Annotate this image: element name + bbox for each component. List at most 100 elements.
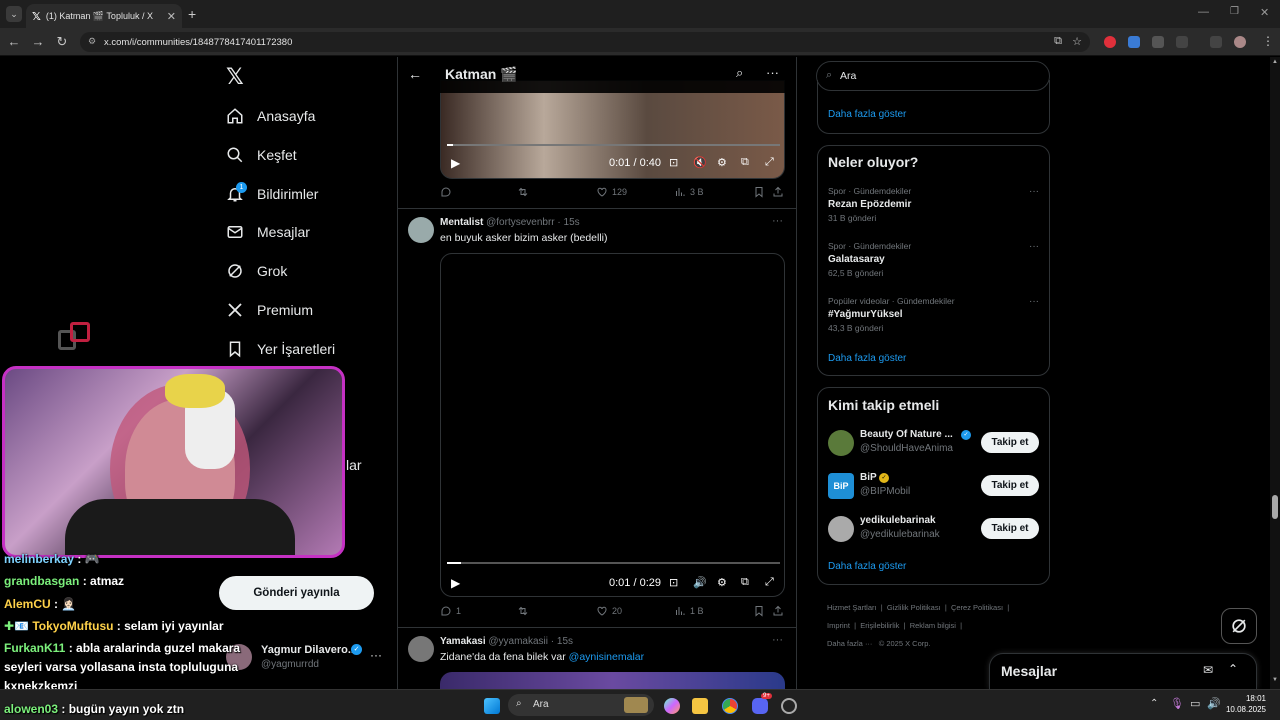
minimize-button[interactable]: — <box>1198 6 1209 18</box>
close-window-button[interactable]: ✕ <box>1260 6 1269 19</box>
share-button[interactable] <box>772 186 788 198</box>
video-player[interactable]: ▶ 0:01 / 0:29 ⊡ 🔊 ⚙ ⧉ ⤢ <box>440 253 785 597</box>
extension-red-icon[interactable] <box>1104 36 1116 48</box>
nav-item-partial[interactable]: lar <box>346 451 362 479</box>
show-more-link[interactable]: Daha fazla göster <box>828 109 906 120</box>
extensions-puzzle-icon[interactable] <box>1176 36 1188 48</box>
follow-button[interactable]: Takip et <box>981 432 1039 453</box>
footer-link[interactable]: Gizlilik Politikası <box>887 603 941 612</box>
new-tab-button[interactable]: + <box>188 6 196 22</box>
avatar[interactable] <box>408 636 434 662</box>
new-message-icon[interactable]: ✉ <box>1203 663 1213 677</box>
clock-date[interactable]: 10.08.2025 <box>1224 705 1266 714</box>
restore-button[interactable]: ❐ <box>1230 6 1239 17</box>
forward-icon[interactable]: → <box>30 34 46 49</box>
pip-icon[interactable]: ⧉ <box>741 156 749 169</box>
repost-button[interactable] <box>517 605 533 617</box>
like-button[interactable]: 20 <box>596 605 622 617</box>
clock-time[interactable]: 18:01 <box>1236 694 1266 703</box>
more-icon[interactable]: ··· <box>370 648 382 662</box>
extension-dark-icon[interactable] <box>1152 36 1164 48</box>
copilot-icon[interactable] <box>664 698 680 714</box>
avatar[interactable] <box>408 217 434 243</box>
show-more-link[interactable]: Daha fazla göster <box>828 561 906 572</box>
install-app-icon[interactable]: ⧉ <box>1054 35 1062 48</box>
x-logo-icon[interactable]: 𝕏 <box>226 64 244 90</box>
mention-link[interactable]: @aynisinemalar <box>569 651 644 663</box>
follow-button[interactable]: Takip et <box>981 518 1039 539</box>
fullscreen-icon[interactable]: ⤢ <box>765 576 774 589</box>
site-info-icon[interactable]: ⚙ <box>88 36 96 47</box>
file-explorer-icon[interactable] <box>692 698 708 714</box>
footer-link[interactable]: Hizmet Şartları <box>827 603 877 612</box>
taskbar-search[interactable]: ⌕ Ara <box>508 694 654 716</box>
trend-item[interactable]: Spor · Gündemdekiler Galatasaray 62,5 B … <box>828 241 1041 281</box>
scroll-up-arrow-icon[interactable]: ▲ <box>1272 59 1278 65</box>
reading-list-icon[interactable] <box>1210 36 1222 48</box>
play-icon[interactable]: ▶ <box>451 156 460 170</box>
grok-fab-button[interactable] <box>1221 608 1257 644</box>
nav-item-messages[interactable]: Mesajlar <box>226 218 310 246</box>
scrollbar-thumb[interactable] <box>1272 495 1278 519</box>
tray-chevron-icon[interactable]: ⌃ <box>1150 698 1158 709</box>
post-more-icon[interactable]: ··· <box>772 634 783 646</box>
trend-item[interactable]: Spor · Gündemdekiler Rezan Epözdemir 31 … <box>828 186 1041 226</box>
repost-button[interactable] <box>517 186 533 198</box>
browser-menu-icon[interactable]: ⋮ <box>1262 34 1274 48</box>
volume-icon[interactable]: 🔊 <box>693 576 707 589</box>
views-button[interactable]: 1 B <box>674 605 704 617</box>
follow-suggestion[interactable]: yedikulebarinak @yedikulebarinak Takip e… <box>828 514 1041 544</box>
like-button[interactable]: 129 <box>596 186 627 198</box>
follow-suggestion[interactable]: BiP BiP ✓ @BIPMobil Takip et <box>828 471 1041 501</box>
more-icon[interactable]: ··· <box>766 65 779 80</box>
messages-drawer[interactable]: Mesajlar ✉ ⌃ <box>989 653 1257 689</box>
expand-icon[interactable]: ⌃ <box>1228 662 1238 676</box>
nav-item-notifications[interactable]: 1 Bildirimler <box>226 180 318 208</box>
nav-item-home[interactable]: Anasayfa <box>226 102 315 130</box>
share-button[interactable] <box>772 605 788 617</box>
nav-item-bookmarks[interactable]: Yer İşaretleri <box>226 335 335 363</box>
back-arrow-icon[interactable]: ← <box>408 66 422 82</box>
account-switcher[interactable]: Yagmur Dilavero... ✓ @yagmurrdd ··· <box>226 640 386 676</box>
profile-avatar-icon[interactable] <box>1234 36 1246 48</box>
volume-icon[interactable]: 🔊 <box>1207 697 1221 710</box>
nav-item-premium[interactable]: Premium <box>226 296 313 324</box>
tab-active[interactable]: 𝕏 (1) Katman 🎬 Topluluk / X ✕ <box>26 4 182 28</box>
discord-icon[interactable] <box>752 698 768 714</box>
views-button[interactable]: 3 B <box>674 186 704 198</box>
captions-icon[interactable]: ⊡ <box>669 156 678 169</box>
more-icon[interactable]: ··· <box>1029 296 1039 307</box>
search-icon[interactable]: ⌕ <box>736 65 743 81</box>
follow-button[interactable]: Takip et <box>981 475 1039 496</box>
footer-link[interactable]: Reklam bilgisi <box>910 621 956 630</box>
tab-search-button[interactable]: ⌄ <box>6 6 22 22</box>
video-player[interactable]: ▶ 0:01 / 0:40 ⊡ 🔇 ⚙ ⧉ ⤢ <box>440 80 785 179</box>
app-icon[interactable] <box>781 698 797 714</box>
bookmark-button[interactable] <box>753 186 769 198</box>
windows-start-icon[interactable] <box>484 698 500 714</box>
follow-suggestion[interactable]: Beauty Of Nature ... ✓ @ShouldHaveAnima … <box>828 428 1041 458</box>
post-more-icon[interactable]: ··· <box>772 215 783 227</box>
back-icon[interactable]: ← <box>6 34 22 49</box>
nav-item-explore[interactable]: Keşfet <box>226 141 297 169</box>
reload-icon[interactable]: ↻ <box>54 34 70 50</box>
fullscreen-icon[interactable]: ⤢ <box>765 156 774 169</box>
footer-link[interactable]: Erişilebilirlik <box>860 621 899 630</box>
post-time[interactable]: · 15s <box>551 636 573 647</box>
author-name[interactable]: Yamakasi <box>440 636 486 647</box>
mute-icon[interactable]: 🔇 <box>693 156 707 169</box>
bookmark-star-icon[interactable]: ☆ <box>1072 35 1082 48</box>
footer-link[interactable]: Daha fazla ··· <box>827 639 872 648</box>
scroll-down-arrow-icon[interactable]: ▼ <box>1272 677 1278 683</box>
author-handle[interactable]: @yyamakasii <box>488 636 548 647</box>
footer-link[interactable]: Çerez Politikası <box>951 603 1003 612</box>
play-icon[interactable]: ▶ <box>451 576 460 590</box>
reply-button[interactable] <box>440 186 456 198</box>
nav-item-grok[interactable]: Grok <box>226 257 287 285</box>
pip-icon[interactable]: ⧉ <box>741 576 749 589</box>
close-tab-icon[interactable]: ✕ <box>167 10 176 23</box>
show-more-link[interactable]: Daha fazla göster <box>828 353 906 364</box>
post-time[interactable]: · 15s <box>557 217 579 228</box>
post-button[interactable]: Gönderi yayınla <box>219 576 374 610</box>
author-handle[interactable]: @fortysevenbrr <box>486 217 555 228</box>
